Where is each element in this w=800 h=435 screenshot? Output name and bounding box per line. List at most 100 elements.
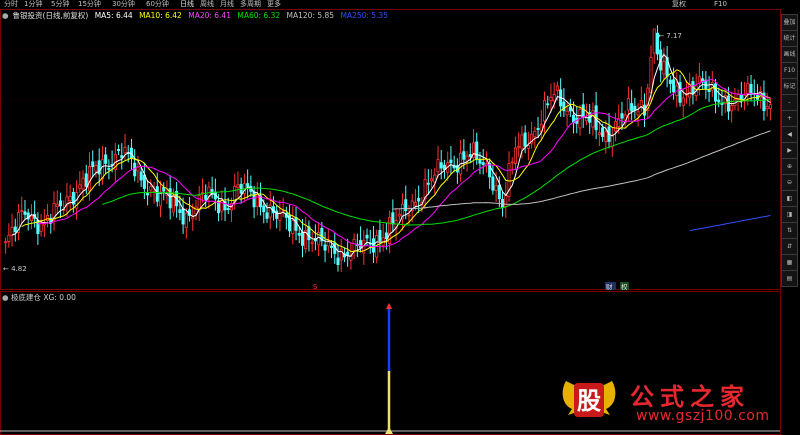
right-panel-button-1[interactable]: 统计	[781, 30, 798, 47]
candle-body-171	[555, 85, 559, 92]
right-panel-button-11[interactable]: ◧	[781, 190, 798, 207]
candle-body-185	[601, 127, 605, 137]
candle-body-47	[155, 186, 159, 202]
right-panel-button-9[interactable]: ⊕	[781, 158, 798, 175]
candle-body-75	[246, 183, 250, 187]
sub-settings-icon[interactable]: ●	[2, 293, 9, 302]
candle-body-43	[142, 174, 146, 189]
right-panel-button-7[interactable]: ◀	[781, 126, 798, 143]
tab-period-6[interactable]: 日线	[180, 0, 194, 9]
period-toolbar: 分时 1分钟 5分钟 15分钟 30分钟 60分钟 日线 周线 月线 多周期 更多 复权 F10	[0, 0, 800, 9]
settings-icon[interactable]: ●	[2, 11, 9, 20]
tab-period-0[interactable]: 分时	[4, 0, 18, 9]
candle-body-147	[478, 159, 482, 164]
candle-body-45	[149, 186, 153, 191]
watermark: 股 公式之家 www.gszj100.com	[558, 375, 788, 431]
watermark-title: 公式之家	[630, 382, 750, 411]
candle-body-67	[220, 199, 224, 212]
candle-body-210	[681, 97, 685, 106]
ma120-label: MA120: 5.85	[286, 11, 335, 20]
candle-body-99	[323, 244, 327, 251]
right-panel-button-10[interactable]: ⊖	[781, 174, 798, 191]
right-panel-button-12[interactable]: ◨	[781, 206, 798, 223]
candle-body-27	[91, 161, 95, 167]
candle-body-8	[29, 215, 33, 221]
candle-body-161	[523, 132, 527, 147]
right-panel-button-0[interactable]: 叠加	[781, 14, 798, 31]
candle-body-148	[481, 162, 485, 165]
candle-body-13	[46, 215, 50, 221]
candle-body-142	[462, 151, 466, 160]
indicator-value: XG: 0.00	[43, 293, 76, 302]
signal-arrow-icon	[386, 303, 392, 309]
tab-period-9[interactable]: 多周期	[240, 0, 261, 9]
ma5-label: MA5: 6.44	[94, 11, 133, 20]
candle-body-134	[436, 159, 440, 173]
toolbar-button-0[interactable]: 复权	[672, 0, 686, 9]
tab-period-1[interactable]: 1分钟	[24, 0, 42, 9]
candle-body-195	[633, 105, 637, 111]
candle-body-131	[426, 182, 430, 185]
tab-period-8[interactable]: 月线	[220, 0, 234, 9]
right-panel-button-13[interactable]: ⇅	[781, 222, 798, 239]
fin-marker: 财	[606, 282, 613, 290]
candle-body-186	[604, 131, 608, 142]
candle-body-48	[158, 191, 163, 207]
candle-body-108	[352, 238, 356, 251]
candle-body-144	[468, 154, 472, 157]
candle-body-194	[630, 103, 634, 112]
candle-body-201	[652, 28, 656, 54]
candle-body-24	[81, 177, 85, 190]
candle-body-151	[491, 176, 495, 191]
candle-body-122	[397, 213, 401, 217]
tab-period-5[interactable]: 60分钟	[146, 0, 169, 9]
candle-body-1	[7, 234, 11, 242]
candle-body-191	[620, 113, 624, 119]
svg-text:股: 股	[577, 386, 601, 415]
right-panel-button-15[interactable]: ▦	[781, 254, 798, 271]
right-panel-button-8[interactable]: ▶	[781, 142, 798, 159]
candle-body-40	[133, 162, 137, 177]
candle-body-49	[162, 187, 166, 192]
candle-body-100	[326, 241, 330, 247]
candle-body-26	[87, 165, 92, 192]
candle-body-167	[542, 100, 547, 122]
candle-body-220	[714, 83, 718, 102]
ma20-line	[37, 78, 771, 248]
right-panel-button-3[interactable]: F10	[781, 62, 798, 79]
candle-body-158	[513, 147, 517, 164]
candle-body-114	[371, 238, 376, 253]
candle-body-37	[123, 147, 127, 154]
candle-body-42	[139, 171, 143, 181]
candle-body-153	[497, 184, 501, 200]
candle-body-170	[552, 94, 556, 102]
high-price-label: ← 7.17	[658, 32, 682, 40]
candle-body-0	[4, 241, 8, 244]
toolbar-button-1[interactable]: F10	[714, 0, 727, 9]
candle-body-169	[549, 96, 553, 102]
tab-period-10[interactable]: 更多	[267, 0, 281, 9]
candlestick-chart[interactable]: ← 7.17 ← 4.82 S 财权	[0, 9, 800, 290]
candle-body-5	[20, 210, 24, 213]
right-panel-button-5[interactable]: -	[781, 94, 798, 111]
candle-body-59	[194, 206, 198, 215]
tab-period-2[interactable]: 5分钟	[51, 0, 69, 9]
right-panel-button-4[interactable]: 标记	[781, 78, 798, 95]
tab-period-3[interactable]: 15分钟	[78, 0, 101, 9]
tab-period-4[interactable]: 30分钟	[112, 0, 135, 9]
candle-body-132	[430, 178, 434, 182]
right-panel-button-6[interactable]: +	[781, 110, 798, 127]
candle-body-236	[765, 106, 769, 110]
right-panel-button-16[interactable]: ▤	[781, 270, 798, 287]
candle-body-155	[504, 195, 508, 208]
candle-body-206	[668, 79, 672, 84]
tab-period-7[interactable]: 周线	[200, 0, 214, 9]
right-panel-button-2[interactable]: 画线	[781, 46, 798, 63]
candle-body-103	[336, 257, 340, 266]
candle-body-44	[146, 193, 150, 196]
candle-body-77	[252, 191, 256, 208]
candle-body-127	[413, 201, 417, 206]
right-panel-button-14[interactable]: ⇵	[781, 238, 798, 255]
candle-body-16	[55, 203, 59, 207]
candle-body-221	[717, 99, 721, 103]
